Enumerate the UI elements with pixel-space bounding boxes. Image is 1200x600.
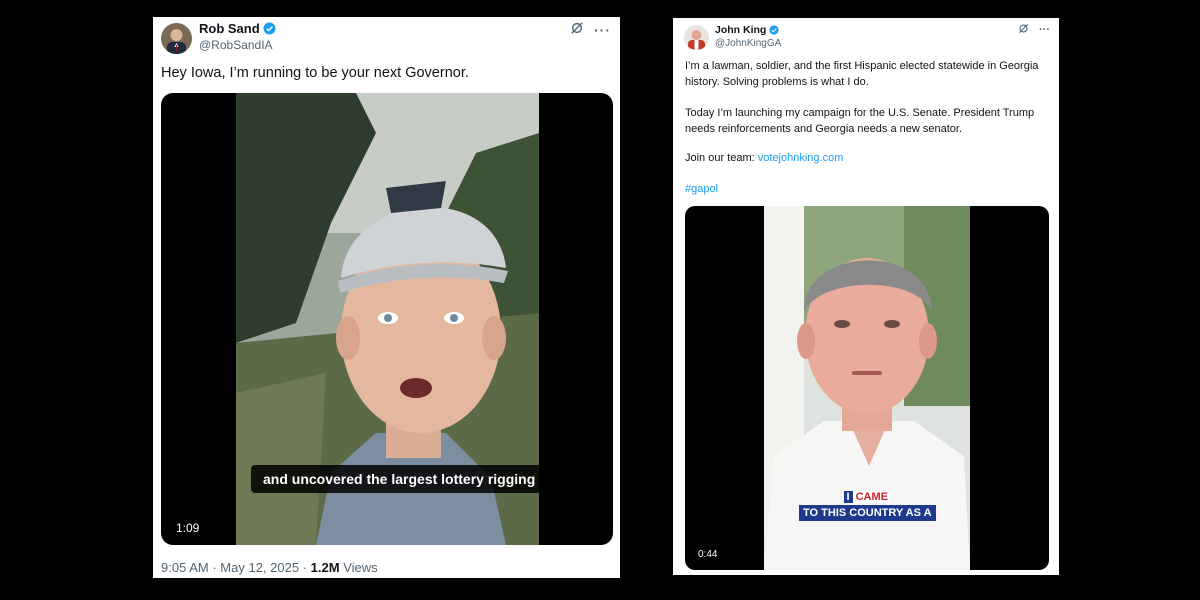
caption-word: I bbox=[843, 491, 853, 503]
views-count: 1.2M bbox=[310, 560, 340, 575]
display-name[interactable]: Rob Sand bbox=[199, 21, 276, 38]
hashtag-link[interactable]: #gapol bbox=[685, 183, 718, 195]
avatar[interactable] bbox=[684, 25, 709, 50]
video-caption: I CAME TO THIS COUNTRY AS A bbox=[799, 489, 936, 521]
caption-line-2: TO THIS COUNTRY AS A bbox=[799, 505, 936, 521]
display-name[interactable]: John King bbox=[715, 24, 779, 38]
views-label: Views bbox=[343, 560, 378, 575]
video-duration: 1:09 bbox=[176, 521, 200, 535]
grok-icon[interactable] bbox=[570, 21, 584, 38]
tweet-card-john-king: John King @JohnKingGA ··· I’m a lawman, … bbox=[673, 18, 1059, 575]
verified-badge-icon bbox=[769, 25, 779, 38]
tweet-card-rob-sand: Rob Sand @RobSandIA ··· Hey Iowa, I’m ru… bbox=[153, 17, 620, 578]
tweet-actions: ··· bbox=[570, 21, 611, 38]
caption-word-highlight: CAME bbox=[852, 491, 891, 503]
separator: · bbox=[212, 560, 217, 575]
video-player[interactable]: and uncovered the largest lottery riggin… bbox=[161, 93, 613, 545]
separator: · bbox=[302, 560, 308, 575]
user-handle[interactable]: @RobSandIA bbox=[199, 38, 273, 52]
caption-line-1: I CAME bbox=[799, 489, 936, 505]
tweet-date[interactable]: May 12, 2025 bbox=[220, 560, 299, 575]
more-options-icon[interactable]: ··· bbox=[594, 22, 611, 38]
tweet-text: Hey Iowa, I’m running to be your next Go… bbox=[161, 65, 469, 81]
video-caption: and uncovered the largest lottery riggin… bbox=[251, 465, 548, 493]
tweet-footer: 9:05 AM · May 12, 2025 · 1.2M Views bbox=[161, 560, 378, 575]
join-label: Join our team: bbox=[685, 152, 755, 164]
avatar[interactable] bbox=[161, 23, 192, 54]
campaign-link[interactable]: votejohnking.com bbox=[758, 152, 844, 164]
join-line: Join our team: votejohnking.com bbox=[685, 152, 843, 164]
tweet-actions: ··· bbox=[1018, 23, 1050, 37]
tweet-paragraph-2: Today I’m launching my campaign for the … bbox=[685, 107, 1035, 135]
more-options-icon[interactable]: ··· bbox=[1039, 24, 1050, 36]
video-duration: 0:44 bbox=[698, 549, 718, 560]
video-player[interactable]: I CAME TO THIS COUNTRY AS A 0:44 bbox=[685, 206, 1049, 570]
tweet-time[interactable]: 9:05 AM bbox=[161, 560, 209, 575]
grok-icon[interactable] bbox=[1018, 23, 1029, 37]
tweet-paragraph-1: I’m a lawman, soldier, and the first His… bbox=[685, 60, 1039, 88]
verified-badge-icon bbox=[263, 22, 276, 38]
user-handle[interactable]: @JohnKingGA bbox=[715, 38, 781, 49]
